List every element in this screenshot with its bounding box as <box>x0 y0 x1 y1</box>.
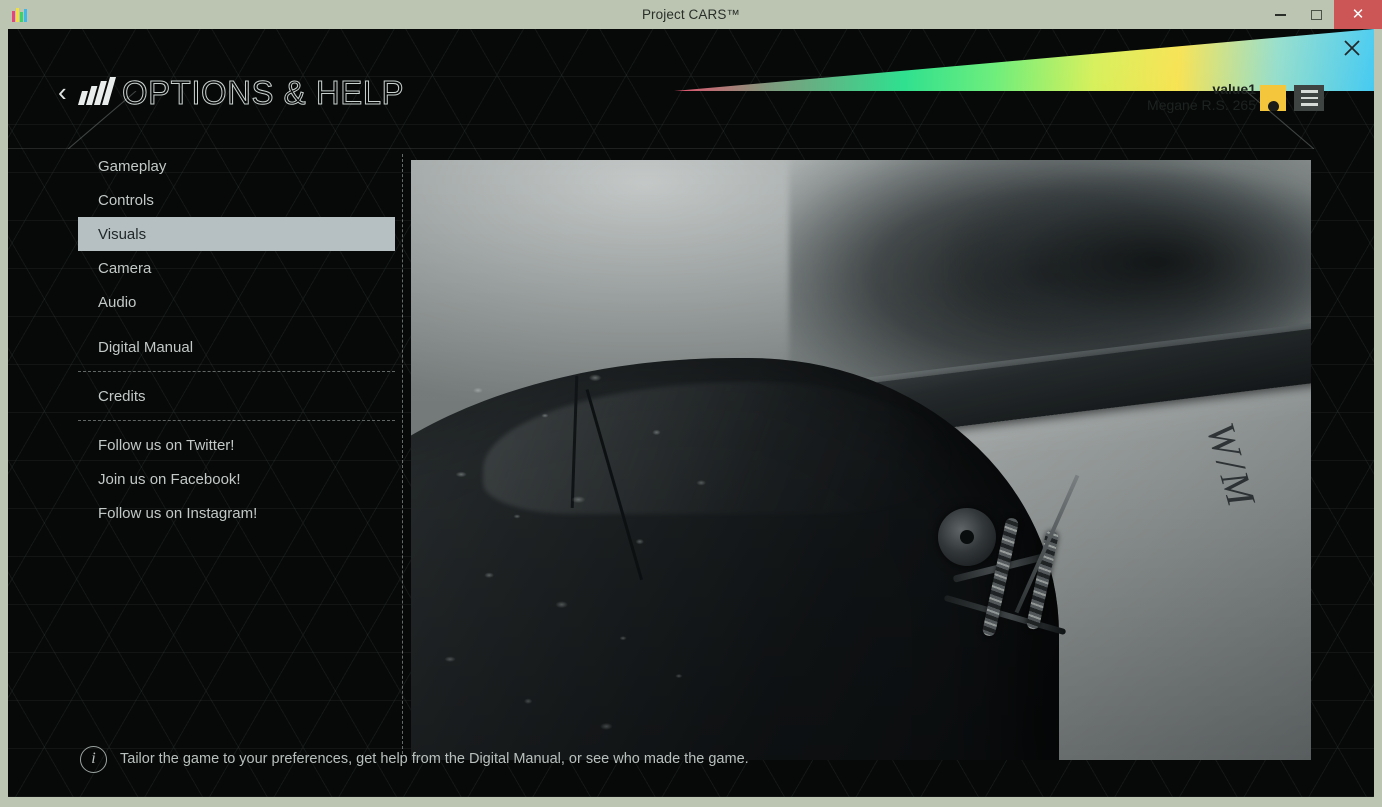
sidebar-item-facebook[interactable]: Join us on Facebook! <box>78 462 395 496</box>
hamburger-menu-button[interactable] <box>1294 85 1324 111</box>
user-car: Megane R.S. 265 <box>1147 97 1256 114</box>
sidebar-item-label: Audio <box>98 293 137 311</box>
options-sidebar: Gameplay Controls Visuals Camera Audio D… <box>78 149 395 749</box>
sidebar-item-label: Credits <box>98 387 146 405</box>
avatar-silhouette-icon <box>1267 101 1279 111</box>
sidebar-dashed-edge <box>402 154 403 754</box>
game-viewport: W/M ‹ OPTIONS & HELP <box>8 29 1374 797</box>
status-bar: i Tailor the game to your preferences, g… <box>8 739 1374 779</box>
sidebar-item-label: Visuals <box>98 225 147 243</box>
sidebar-item-audio[interactable]: Audio <box>78 285 395 319</box>
application-window: Project CARS™ ✕ W/M <box>0 0 1382 807</box>
page-title: OPTIONS & HELP <box>121 74 405 112</box>
sidebar-item-label: Camera <box>98 259 152 277</box>
sidebar-item-label: Digital Manual <box>98 338 194 356</box>
sidebar-item-visuals[interactable]: Visuals <box>78 217 395 251</box>
header-gradient-banner <box>674 29 1374 91</box>
close-x-icon <box>1344 40 1360 56</box>
user-info: value1 Megane R.S. 265 <box>1147 81 1256 113</box>
maximize-button[interactable] <box>1298 0 1334 29</box>
project-cars-icon <box>12 7 28 22</box>
sidebar-item-digital-manual[interactable]: Digital Manual <box>78 330 395 364</box>
user-name: value1 <box>1212 81 1256 97</box>
sidebar-item-twitter[interactable]: Follow us on Twitter! <box>78 428 395 462</box>
sidebar-divider <box>78 420 395 421</box>
sidebar-item-credits[interactable]: Credits <box>78 379 395 413</box>
sidebar-item-label: Gameplay <box>98 157 167 175</box>
user-avatar[interactable] <box>1260 85 1286 111</box>
sidebar-item-label: Join us on Facebook! <box>98 470 241 488</box>
hamburger-line <box>1300 96 1318 100</box>
sidebar-item-label: Follow us on Instagram! <box>98 504 258 522</box>
status-text: Tailor the game to your preferences, get… <box>120 751 749 767</box>
minimize-button[interactable] <box>1262 0 1298 29</box>
sidebar-item-instagram[interactable]: Follow us on Instagram! <box>78 496 395 530</box>
sidebar-item-label: Controls <box>98 191 154 209</box>
hamburger-line <box>1300 90 1318 93</box>
sidebar-item-label: Follow us on Twitter! <box>98 436 235 454</box>
overlay-close-button[interactable] <box>1336 33 1368 63</box>
preview-tone-overlay <box>411 160 1311 760</box>
back-button[interactable]: ‹ <box>58 79 67 105</box>
info-icon: i <box>80 745 107 773</box>
hamburger-line <box>1300 103 1318 106</box>
sidebar-item-camera[interactable]: Camera <box>78 251 395 285</box>
close-button[interactable]: ✕ <box>1334 0 1382 29</box>
window-controls: ✕ <box>1262 0 1382 29</box>
close-icon: ✕ <box>1351 6 1365 23</box>
window-title: Project CARS™ <box>641 7 741 22</box>
sidebar-item-controls[interactable]: Controls <box>78 183 395 217</box>
window-titlebar: Project CARS™ ✕ <box>0 0 1382 29</box>
project-cars-bars-logo <box>77 77 128 105</box>
visuals-preview-image: W/M <box>411 160 1311 760</box>
sidebar-item-gameplay[interactable]: Gameplay <box>78 149 395 183</box>
sidebar-divider <box>78 371 395 372</box>
maximize-icon <box>1310 9 1322 20</box>
minimize-icon <box>1274 13 1286 16</box>
